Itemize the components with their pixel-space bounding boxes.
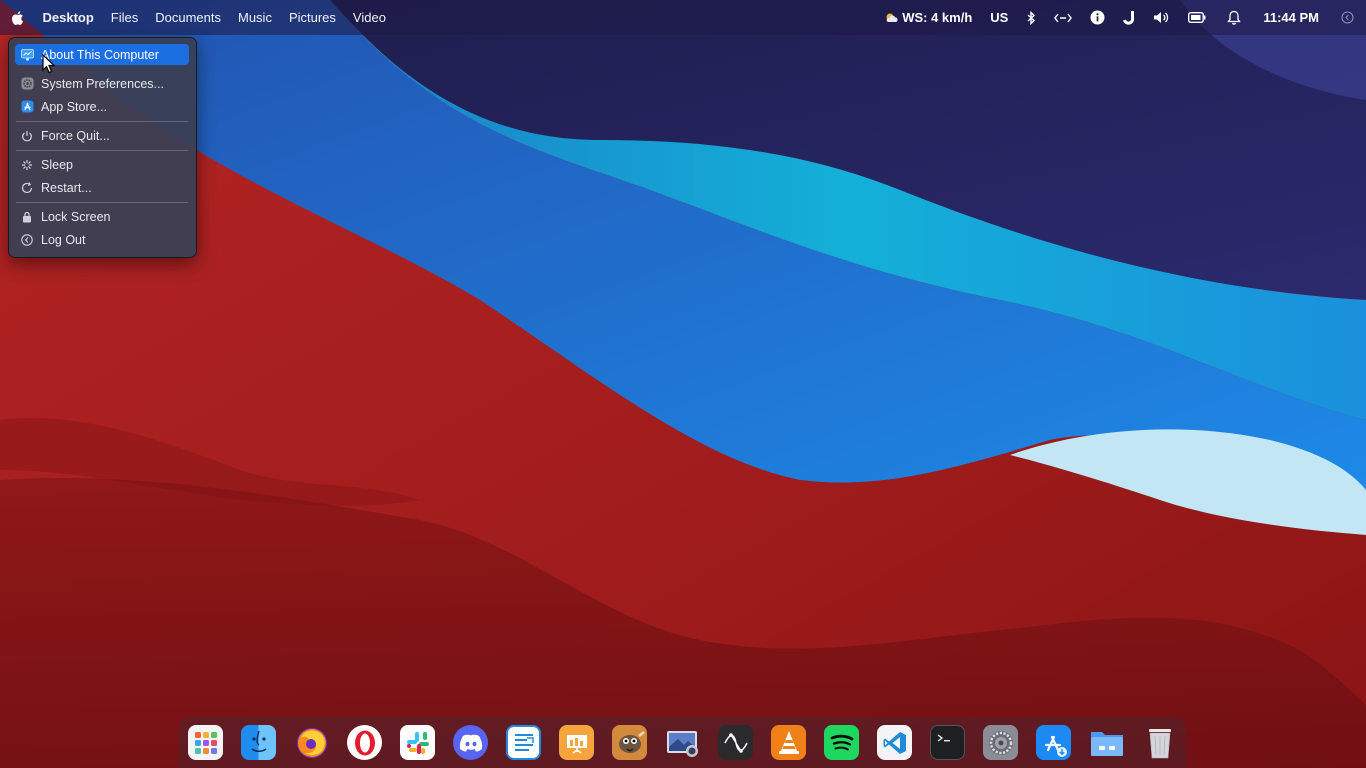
top-menu-bar: Desktop Files Documents Music Pictures V… (0, 0, 1366, 35)
menu-documents[interactable]: Documents (147, 0, 230, 35)
desktop-wallpaper (0, 0, 1366, 768)
app-store-icon[interactable] (1036, 725, 1071, 760)
control-center-icon[interactable] (1333, 0, 1354, 35)
menu-desktop[interactable]: Desktop (34, 0, 102, 35)
keyboard-layout[interactable]: US (981, 0, 1017, 35)
gear-icon (20, 77, 34, 91)
menu-item-label: Restart... (41, 180, 92, 195)
menu-restart[interactable]: Restart... (15, 177, 189, 198)
logout-icon (20, 233, 34, 247)
trash-icon[interactable] (1142, 725, 1177, 760)
launchpad-icon[interactable] (188, 725, 223, 760)
info-icon[interactable] (1081, 0, 1114, 35)
screenshot-icon[interactable] (665, 725, 700, 760)
sleep-icon (20, 158, 34, 172)
finder-icon[interactable] (241, 725, 276, 760)
menu-item-label: Sleep (41, 157, 73, 172)
menu-item-label: Force Quit... (41, 128, 110, 143)
firefox-icon[interactable] (294, 725, 329, 760)
menu-item-label: Lock Screen (41, 209, 111, 224)
menu-item-label: About This Computer (41, 47, 159, 62)
inkscape-icon[interactable] (718, 725, 753, 760)
menu-item-label: Log Out (41, 232, 86, 247)
slack-icon[interactable] (400, 725, 435, 760)
restart-icon (20, 181, 34, 195)
menu-item-label: App Store... (41, 99, 108, 114)
weather-icon (885, 12, 898, 24)
lock-icon (20, 210, 34, 224)
presentation-icon[interactable] (559, 725, 594, 760)
files-icon[interactable] (1089, 725, 1124, 760)
vlc-icon[interactable] (771, 725, 806, 760)
menu-files[interactable]: Files (102, 0, 146, 35)
volume-icon[interactable] (1144, 0, 1179, 35)
menu-log-out[interactable]: Log Out (15, 229, 189, 250)
menu-system-preferences[interactable]: System Preferences... (15, 73, 189, 94)
apple-logo-icon[interactable] (0, 0, 34, 35)
text-editor-icon[interactable] (506, 725, 541, 760)
system-preferences-icon[interactable] (983, 725, 1018, 760)
computer-icon (20, 48, 34, 62)
discord-icon[interactable] (453, 725, 488, 760)
magnet-icon[interactable] (1114, 0, 1144, 35)
network-icon[interactable] (1045, 0, 1081, 35)
menu-lock-screen[interactable]: Lock Screen (15, 206, 189, 227)
apple-dropdown-menu: About This Computer System Preferences..… (8, 37, 197, 258)
menu-item-label: System Preferences... (41, 76, 164, 91)
menu-separator (16, 150, 188, 151)
menu-sleep[interactable]: Sleep (15, 154, 189, 175)
mouse-cursor-icon (42, 54, 56, 74)
menu-video[interactable]: Video (344, 0, 394, 35)
menu-pictures[interactable]: Pictures (280, 0, 344, 35)
spotify-icon[interactable] (824, 725, 859, 760)
opera-icon[interactable] (347, 725, 382, 760)
terminal-icon[interactable] (930, 725, 965, 760)
battery-icon[interactable] (1179, 0, 1215, 35)
app-store-icon (20, 100, 34, 114)
weather-text: WS: 4 km/h (902, 10, 973, 25)
power-icon (20, 129, 34, 143)
menu-music[interactable]: Music (230, 0, 281, 35)
clock[interactable]: 11:44 PM (1253, 0, 1333, 35)
weather-indicator[interactable]: WS: 4 km/h (876, 0, 981, 35)
menu-app-store[interactable]: App Store... (15, 96, 189, 117)
bluetooth-icon[interactable] (1017, 0, 1045, 35)
vscode-icon[interactable] (877, 725, 912, 760)
gimp-icon[interactable] (612, 725, 647, 760)
dock (179, 717, 1186, 768)
menu-separator (16, 202, 188, 203)
menu-separator (16, 121, 188, 122)
menu-force-quit[interactable]: Force Quit... (15, 125, 189, 146)
notification-bell-icon[interactable] (1215, 0, 1253, 35)
